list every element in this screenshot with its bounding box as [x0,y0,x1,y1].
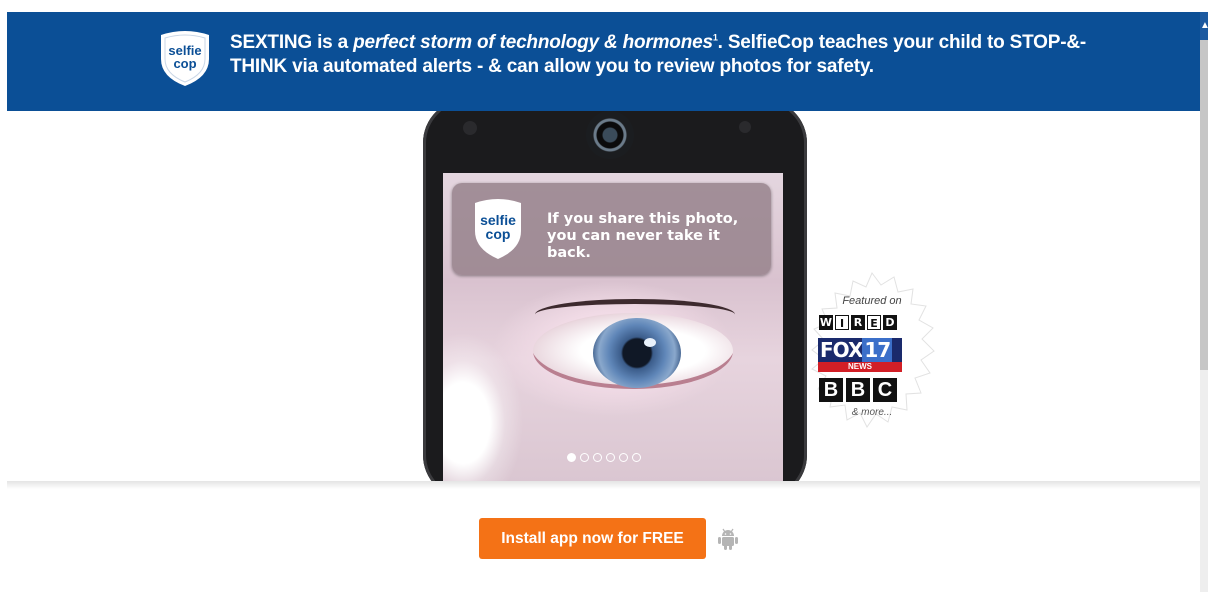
wired-letter: W [819,315,833,330]
carousel-dot[interactable] [606,453,615,462]
hood-fur [443,333,523,481]
carousel-dot[interactable] [580,453,589,462]
and-more-label: & more... [851,407,893,418]
bbc-letter: B [819,378,843,402]
carousel-dot[interactable] [567,453,576,462]
scrollbar-thumb[interactable] [1200,40,1208,370]
carousel-dot[interactable] [593,453,602,462]
phone-camera-icon [586,111,634,159]
featured-on-badge: Featured on W I R E D FOX 17 NEWS B B C &… [797,271,947,433]
popup-line-2: you can never take it back. [547,228,720,261]
phone-speaker [463,121,477,135]
phone-mockup: selfie cop If you share this photo, you … [423,111,807,481]
fox17-news: NEWS [818,362,902,372]
eye-iris [593,318,681,388]
bbc-letter: C [873,378,897,402]
popup-line-1: If you share this photo, [547,211,739,227]
bbc-logo: B B C [819,378,897,402]
carousel-dot[interactable] [619,453,628,462]
fox17-main: FOX 17 [818,338,902,362]
wired-letter: E [867,315,881,330]
wired-letter: I [835,315,849,330]
fox-number: 17 [862,338,893,362]
selfiecop-logo[interactable]: selfie cop [157,29,213,87]
eye-glint [644,338,656,347]
popup-message: If you share this photo, you can never t… [547,211,767,262]
top-strip [0,0,1208,12]
carousel-dot[interactable] [632,453,641,462]
wired-letter: D [883,315,897,330]
phone-screen: selfie cop If you share this photo, you … [443,173,783,481]
hero-section: selfie cop If you share this photo, you … [7,111,1200,481]
banner-text-italic: perfect storm of technology & hormones [353,32,713,53]
featured-content: Featured on W I R E D FOX 17 NEWS B B C &… [797,271,947,433]
popup-logo-text-bottom: cop [486,226,511,242]
alert-popup: selfie cop If you share this photo, you … [452,183,771,275]
android-icon[interactable] [717,527,739,551]
logo-text-bottom: cop [173,56,196,71]
popup-selfiecop-logo: selfie cop [475,199,521,259]
carousel-dots [567,453,641,462]
install-app-button[interactable]: Install app now for FREE [479,518,706,559]
banner-headline: SEXTING is a perfect storm of technology… [230,31,1090,79]
wired-letter: R [851,315,865,330]
bbc-letter: B [846,378,870,402]
scroll-up-arrow-icon[interactable]: ▲ [1200,12,1208,40]
phone-sensor [739,121,751,133]
fox17-logo: FOX 17 NEWS [818,338,902,372]
featured-label: Featured on [842,295,902,307]
banner-text-part1: SEXTING is a [230,32,354,53]
section-divider [7,481,1200,489]
fox-text: FOX [820,338,863,362]
wired-logo: W I R E D [819,315,897,330]
